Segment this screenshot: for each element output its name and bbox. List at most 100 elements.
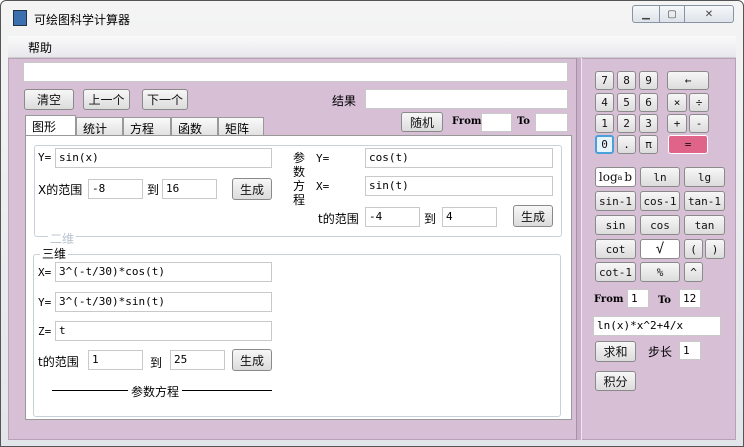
tab-equation[interactable]: 方程 [123,117,171,136]
tan-button[interactable]: tan [684,215,725,235]
series-expression-input[interactable]: ln(x)*x^2+4/x [593,316,721,336]
percent-button[interactable]: % [640,262,680,282]
t-range-label: t的范围 [318,212,359,226]
x3d-label: X= [38,266,52,279]
key-button[interactable]: 5 [617,93,636,112]
key-button[interactable]: 1 [595,114,614,133]
maximize-button[interactable]: ▢ [659,5,685,23]
tab-matrix[interactable]: 矩阵 [218,117,264,136]
menu-bar: 帮助 [8,36,736,58]
result-label: 结果 [332,94,357,108]
series-from-label: From [594,294,624,305]
subtract-button[interactable]: - [689,114,709,133]
step-label: 步长 [648,345,673,359]
x3d-input[interactable]: 3^(-t/30)*cos(t) [55,262,272,282]
tab-function[interactable]: 函数 [171,117,218,136]
t3d-range-label: t的范围 [38,355,79,369]
y3d-input[interactable]: 3^(-t/30)*sin(t) [55,292,272,312]
ln-button[interactable]: ln [640,167,680,187]
backspace-button[interactable]: ← [667,71,709,90]
arctan-button[interactable]: tan-1 [684,191,725,211]
t-from-input[interactable]: -4 [365,207,420,227]
param-x-label: X= [316,180,330,193]
random-from-input[interactable] [481,113,512,132]
tab-graph[interactable]: 图形 [25,115,76,136]
close-paren-button[interactable]: ) [705,239,725,259]
z3d-label: Z= [38,325,52,338]
generate-3d-button[interactable]: 生成 [232,349,272,371]
expression-input[interactable] [23,62,568,82]
random-button[interactable]: 随机 [401,112,443,132]
add-button[interactable]: + [667,114,687,133]
key-button[interactable]: 3 [639,114,658,133]
step-input[interactable]: 1 [679,341,701,360]
arccot-button[interactable]: cot-1 [595,262,636,282]
splitter[interactable] [576,58,582,440]
t-to-input[interactable]: 4 [442,207,497,227]
lg-button[interactable]: lg [684,167,725,187]
key-button[interactable]: 2 [617,114,636,133]
series-to-input[interactable]: 12 [679,289,701,308]
param-x-input[interactable]: sin(t) [365,176,553,196]
z3d-input[interactable]: t [55,321,272,341]
to-label: 到 [424,212,437,226]
sqrt-button[interactable]: √ [640,239,680,259]
generate-param-button[interactable]: 生成 [513,205,553,227]
cos-button[interactable]: cos [640,215,680,235]
arccos-button[interactable]: cos-1 [640,191,680,211]
divide-button[interactable]: ÷ [689,93,709,112]
param-y-input[interactable]: cos(t) [365,148,553,168]
t3d-from-input[interactable]: 1 [88,350,143,370]
menu-help[interactable]: 帮助 [28,39,52,56]
key-button[interactable]: π [639,135,658,154]
random-from-label: From [452,116,482,127]
y3d-label: Y= [38,296,52,309]
series-from-input[interactable]: 1 [627,289,649,308]
to-label: 到 [147,183,160,197]
window-title: 可绘图科学计算器 [34,13,131,27]
key-button[interactable]: 8 [617,71,636,90]
multiply-button[interactable]: × [667,93,687,112]
open-paren-button[interactable]: ( [684,239,703,259]
key-button[interactable]: 7 [595,71,614,90]
parametric-label: 参数方程 [293,151,306,207]
sum-button[interactable]: 求和 [595,341,636,362]
equals-button[interactable]: = [668,135,708,154]
minimize-button[interactable]: ▁ [632,5,660,23]
arcsin-button[interactable]: sin-1 [595,191,636,211]
calculator-icon [13,10,27,26]
power-button[interactable]: ^ [684,262,703,282]
log-text: log [598,170,618,184]
key-button[interactable]: 6 [639,93,658,112]
key-button[interactable]: 0 [595,135,614,154]
parametric-caption: 参数方程 [128,383,183,400]
y-label: Y= [38,151,52,164]
cot-button[interactable]: cot [595,239,636,259]
x-to-input[interactable]: 16 [162,179,217,199]
random-to-input[interactable] [535,113,568,132]
generate-2d-button[interactable]: 生成 [232,178,272,200]
log-base-button[interactable]: log a b [595,167,636,187]
to-label: 到 [150,356,163,370]
t3d-to-input[interactable]: 25 [170,350,225,370]
key-button[interactable]: 4 [595,93,614,112]
log-b: b [624,170,633,184]
random-to-label: To [517,116,530,127]
key-button[interactable]: 9 [639,71,658,90]
prev-button[interactable]: 上一个 [83,89,130,110]
result-field[interactable] [365,89,568,109]
clear-button[interactable]: 清空 [24,89,74,110]
close-button[interactable]: ✕ [684,5,734,23]
tab-stats[interactable]: 统计 [76,117,123,136]
group-3d-label: 三维 [40,245,69,262]
y-function-input[interactable]: sin(x) [55,148,272,168]
sin-button[interactable]: sin [595,215,636,235]
next-button[interactable]: 下一个 [142,89,188,110]
log-sub: a [617,172,623,182]
x-range-label: X的范围 [38,183,83,197]
x-from-input[interactable]: -8 [88,179,143,199]
series-to-label: To [658,295,671,306]
key-button[interactable]: . [617,135,636,154]
integral-button[interactable]: 积分 [595,371,636,391]
param-y-label: Y= [316,152,330,165]
